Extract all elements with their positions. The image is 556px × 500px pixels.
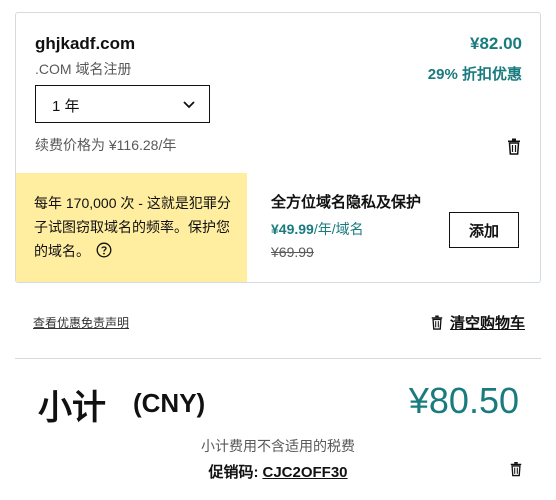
privacy-price-unit: /年/域名 — [313, 221, 364, 237]
privacy-promo-text: 每年 170,000 次 - 这就是犯罪分子试图窃取域名的频率。保护您的域名。 — [34, 195, 231, 259]
privacy-promo-banner: 每年 170,000 次 - 这就是犯罪分子试图窃取域名的频率。保护您的域名。 — [16, 173, 247, 282]
tax-note: 小计费用不含适用的税费 — [201, 438, 355, 454]
promo-code-label: 促销码: — [208, 464, 259, 481]
trash-icon — [431, 315, 443, 330]
domain-name: ghjkadf.com — [35, 34, 136, 53]
promo-code-value[interactable]: CJC2OFF30 — [262, 464, 347, 481]
help-icon[interactable] — [96, 242, 112, 258]
term-dropdown[interactable]: 1 年 — [35, 85, 210, 123]
cart-item-card: ghjkadf.com .COM 域名注册 ¥82.00 29% 折扣优惠 1 … — [15, 12, 541, 283]
term-value: 1 年 — [52, 98, 80, 115]
subtotal-label: 小计 — [38, 389, 106, 427]
trash-icon[interactable] — [509, 461, 523, 477]
empty-cart-button[interactable]: 清空购物车 — [430, 312, 525, 333]
subtotal-currency: (CNY) — [133, 388, 206, 418]
empty-cart-label: 清空购物车 — [449, 315, 525, 332]
trash-icon[interactable] — [506, 138, 522, 155]
disclaimer-link[interactable]: 查看优惠免责声明 — [33, 314, 129, 331]
divider — [15, 358, 541, 359]
subtotal-amount: ¥80.50 — [408, 380, 519, 421]
privacy-price: ¥49.99/年/域名 — [271, 219, 364, 239]
promo-code-row: 促销码: CJC2OFF30 — [0, 461, 556, 482]
privacy-price-value: ¥49.99 — [271, 221, 314, 237]
add-privacy-button[interactable]: 添加 — [449, 212, 519, 248]
item-price: ¥82.00 — [470, 34, 522, 53]
discount-label: 29% 折扣优惠 — [427, 66, 522, 83]
renewal-price: 续费价格为 ¥116.28/年 — [35, 137, 177, 153]
domain-product-type: .COM 域名注册 — [35, 61, 132, 77]
privacy-title: 全方位域名隐私及保护 — [271, 194, 422, 211]
privacy-old-price: ¥69.99 — [271, 244, 314, 260]
chevron-down-icon — [183, 101, 195, 109]
